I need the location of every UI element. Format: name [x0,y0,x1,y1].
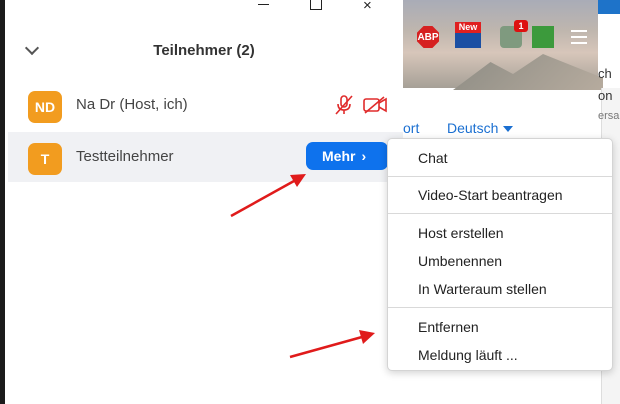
annotation-arrow-to-remove [289,330,375,359]
annotation-arrows [230,174,375,359]
annotation-arrow-to-more-button [230,174,306,218]
